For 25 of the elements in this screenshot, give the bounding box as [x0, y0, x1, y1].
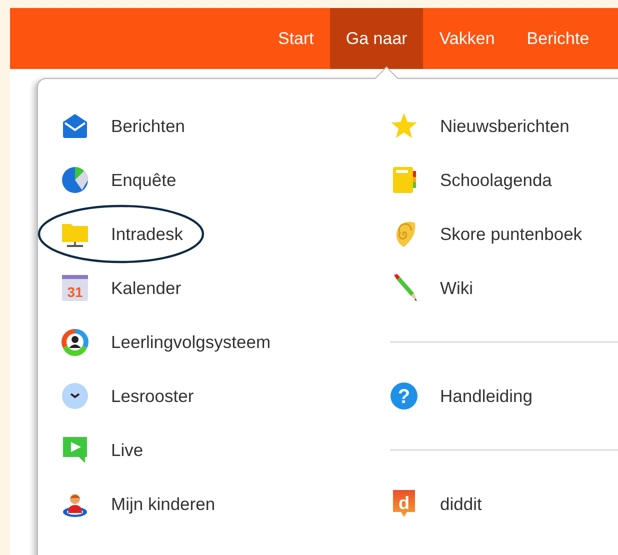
- pie-chart-icon: [61, 166, 89, 194]
- menu-link[interactable]: Leerlingvolgsysteem: [61, 315, 271, 369]
- menu-link[interactable]: Mijn kinderen: [61, 477, 216, 531]
- menu-link[interactable]: d diddit: [390, 477, 482, 531]
- calendar-icon: 31: [61, 274, 89, 302]
- video-play-icon: [61, 436, 89, 464]
- menu-link[interactable]: Schoolagenda: [390, 153, 552, 207]
- star-icon: [390, 112, 418, 140]
- student-profile-icon: [61, 328, 89, 356]
- menu-link[interactable]: Wiki: [390, 261, 474, 315]
- menu-link[interactable]: Skore puntenboek: [390, 207, 582, 261]
- menu-link[interactable]: Intradesk: [61, 207, 183, 261]
- menu-link[interactable]: Berichten: [61, 99, 185, 153]
- menu-link[interactable]: Nieuwsberichten: [390, 99, 570, 153]
- menu-link[interactable]: 31 Kalender: [61, 261, 182, 315]
- envelope-icon: [61, 112, 89, 140]
- clock-icon: [61, 382, 89, 410]
- help-icon: ?: [390, 382, 418, 410]
- menu-link[interactable]: ? Handleiding: [390, 369, 532, 423]
- menu-link[interactable]: Enquête: [61, 153, 176, 207]
- nav-tab[interactable]: Ga naar: [330, 8, 424, 69]
- menu-link[interactable]: Lesrooster: [61, 369, 194, 423]
- diddit-logo-icon: d: [390, 490, 418, 518]
- menu-link[interactable]: Live: [61, 423, 144, 477]
- notebook-icon: [390, 166, 418, 194]
